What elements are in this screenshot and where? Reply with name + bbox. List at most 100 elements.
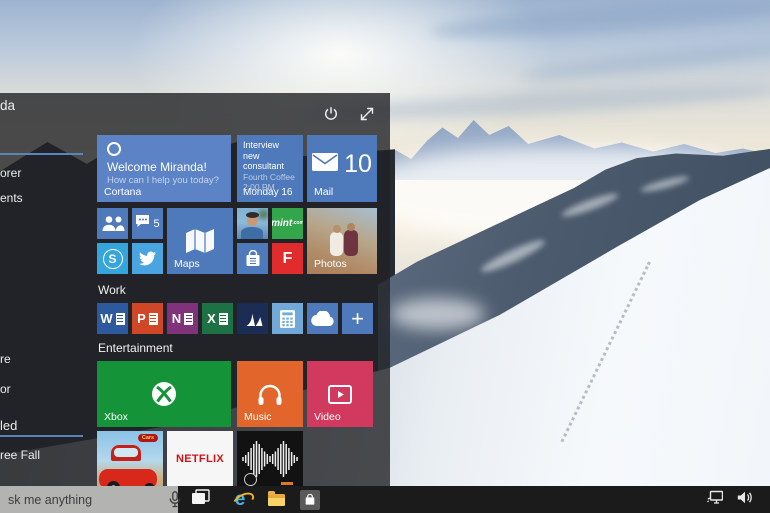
photo-hair [246,212,259,218]
calculator-icon [272,303,303,334]
task-view-icon [191,489,210,510]
tile-add[interactable]: + [342,303,373,334]
photo-shirt [241,227,263,239]
tile-cars-movie[interactable]: Cars [97,431,163,486]
volume-tray-button[interactable] [732,486,758,513]
tile-mail[interactable]: 10 Mail [307,135,377,202]
tile-excel[interactable]: X [202,303,233,334]
tile-twitter[interactable] [132,243,163,274]
file-explorer-button[interactable] [263,486,289,513]
photo-figure [344,230,358,256]
tile-cortana[interactable]: Welcome Miranda! How can I help you toda… [97,135,231,202]
tile-mint[interactable]: mint.com [272,208,303,239]
tile-store[interactable] [237,243,268,274]
network-tray-button[interactable] [702,486,728,513]
cars-logo: Cars [138,434,158,442]
internet-explorer-button[interactable]: e [227,486,253,513]
album-orange-mark [281,482,293,485]
tile-onenote[interactable]: N [167,303,198,334]
messaging-badge: 5 [153,218,159,230]
tile-calendar[interactable]: Interview new consultant Fourth Coffee 2… [237,135,303,202]
tile-word[interactable]: W [97,303,128,334]
add-tile-icon: + [351,306,364,332]
calendar-event: Interview new consultant [243,140,298,172]
word-icon: W [97,303,128,334]
sidebar-divider [0,153,83,155]
cortana-greeting: Welcome Miranda! [107,160,207,174]
tile-label: Cortana [104,186,141,198]
volume-icon [737,491,753,509]
calendar-date: Monday 16 [243,187,292,198]
powerpoint-icon: P [132,303,163,334]
mail-envelope-icon [312,153,338,176]
section-header-work: Work [98,283,126,297]
folder-icon [268,494,285,506]
sidebar-item-documents[interactable]: ents [0,191,23,205]
network-icon [707,490,723,509]
photo-figure-head [347,223,355,231]
sidebar-item[interactable]: re [0,352,11,366]
tile-video[interactable]: Video [307,361,373,427]
tile-netflix[interactable]: NETFLIX [167,431,233,486]
tile-onedrive[interactable] [307,303,338,334]
wallpaper-fog [390,298,485,330]
onedrive-cloud-icon [307,303,338,334]
powerpoint-letter: P [137,311,146,326]
tile-label: Video [314,411,341,423]
section-header-entertainment: Entertainment [98,341,173,355]
internet-explorer-icon: e [235,490,246,509]
photo-foliage [259,210,268,219]
word-letter: W [100,311,112,326]
desktop: da orer ents re or led ree Fall Welcome … [0,0,770,513]
message-bubble-icon [135,214,150,233]
tile-messaging[interactable]: 5 [132,208,163,239]
people-icon [97,208,128,239]
mint-logo: mint.com [272,218,303,229]
taskbar: e [0,486,770,513]
tile-contact-photo[interactable] [237,208,268,239]
search-box[interactable] [0,486,178,513]
sidebar-item-file-explorer[interactable]: orer [0,166,21,180]
tile-people[interactable] [97,208,128,239]
tile-skype[interactable]: S [97,243,128,274]
tile-xbox[interactable]: Xbox [97,361,231,427]
search-input[interactable] [0,493,169,507]
resize-menu-button[interactable] [358,107,376,125]
car-windshield [114,448,138,457]
flipboard-logo: F [283,250,293,268]
skype-icon: S [103,249,123,269]
calendar-organizer: Fourth Coffee [243,172,298,183]
album-circle-mark [244,473,257,486]
photo-figure-head [333,225,341,233]
store-button[interactable] [297,486,323,513]
tile-label: Maps [174,258,200,270]
tile-maps[interactable]: Maps [167,208,233,274]
onenote-icon: N [167,303,198,334]
store-bag-icon [237,243,268,274]
sidebar-username[interactable]: da [0,98,15,113]
tile-label: Xbox [104,411,128,423]
skype-letter: S [108,252,116,266]
tile-music[interactable]: Music [237,361,303,427]
tile-photos[interactable]: Photos [307,208,377,274]
tile-label: Photos [314,258,347,270]
start-menu: da orer ents re or led ree Fall Welcome … [0,93,390,486]
twitter-bird-icon [132,243,163,274]
onenote-letter: N [172,311,181,326]
power-button[interactable] [322,107,340,125]
mint-suffix: .com [292,220,303,226]
tile-music-album[interactable] [237,431,303,486]
sidebar-item[interactable]: or [0,382,11,396]
excel-letter: X [207,311,216,326]
tile-calculator[interactable] [272,303,303,334]
netflix-logo: NETFLIX [167,431,233,465]
mint-brand: mint [272,218,292,229]
sidebar-item-recent-app[interactable]: ree Fall [0,448,40,462]
task-view-button[interactable] [187,486,213,513]
tile-powerpoint[interactable]: P [132,303,163,334]
mic-icon[interactable] [169,491,188,508]
tile-dynamics[interactable] [237,303,268,334]
sidebar-section-header: led [0,418,17,433]
dynamics-icon [237,303,268,334]
tile-flipboard[interactable]: F [272,243,303,274]
